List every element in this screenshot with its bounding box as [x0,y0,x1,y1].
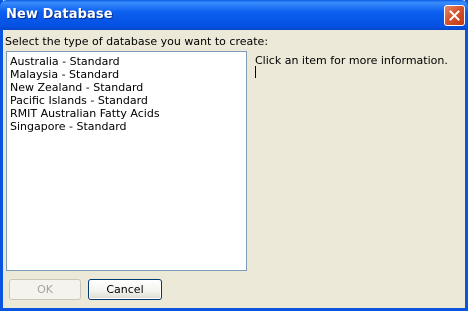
ok-button[interactable]: OK [9,279,81,300]
list-item-singapore[interactable]: Singapore - Standard [7,120,246,133]
list-item-malaysia[interactable]: Malaysia - Standard [7,68,246,81]
select-type-label: Select the type of database you want to … [5,35,269,48]
list-item-pacific-islands[interactable]: Pacific Islands - Standard [7,94,246,107]
database-type-list[interactable]: Australia - Standard Malaysia - Standard… [6,51,247,271]
text-caret [255,66,256,78]
window-title: New Database [6,7,113,22]
title-bar[interactable]: New Database [0,0,468,30]
list-item-new-zealand[interactable]: New Zealand - Standard [7,81,246,94]
item-info-text: Click an item for more information. [255,54,448,67]
close-icon [449,10,460,21]
cancel-button[interactable]: Cancel [88,279,162,300]
list-item-australia[interactable]: Australia - Standard [7,55,246,68]
close-button[interactable] [444,5,465,26]
list-item-rmit-fatty-acids[interactable]: RMIT Australian Fatty Acids [7,107,246,120]
